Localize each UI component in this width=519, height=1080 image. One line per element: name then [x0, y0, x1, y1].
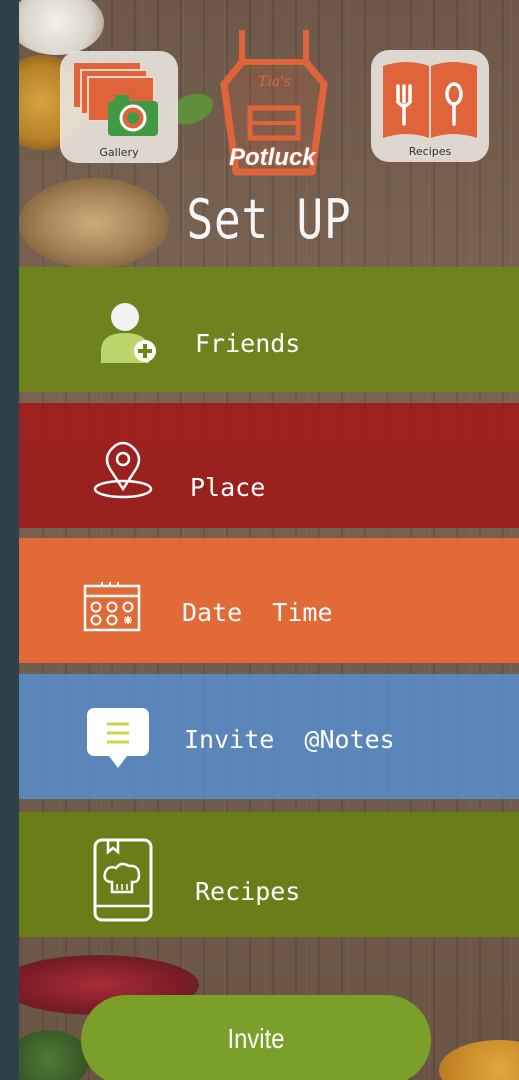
- logo-word: Potluck: [229, 144, 316, 171]
- setup-screen: Gallery Tia's Potluck Recipes Set UP Fri…: [19, 0, 519, 1080]
- menu-label-invite-notes: Invite @Notes: [184, 725, 395, 754]
- location-pin-icon: [93, 441, 153, 499]
- menu-label-recipes: Recipes: [195, 877, 301, 906]
- invite-button-label: Invite: [227, 1023, 285, 1054]
- recipe-book-icon: [383, 62, 477, 138]
- recipes-button[interactable]: Recipes: [371, 50, 489, 162]
- left-edge-rail: [0, 0, 19, 1080]
- invite-button[interactable]: Invite: [81, 995, 431, 1080]
- menu-label-place: Place: [190, 473, 266, 502]
- menu-item-date-time[interactable]: Date Time: [19, 538, 519, 663]
- note-icon: [87, 708, 149, 768]
- turmeric-decoration: [439, 1040, 519, 1080]
- recipes-label: Recipes: [408, 145, 452, 158]
- calendar-icon: [83, 582, 141, 632]
- gallery-button[interactable]: Gallery: [60, 51, 178, 163]
- potluck-logo: Tia's Potluck: [214, 22, 334, 190]
- gallery-icon: [74, 63, 158, 136]
- menu-item-invite-notes[interactable]: Invite @Notes: [19, 674, 519, 799]
- menu-item-friends[interactable]: Friends: [19, 267, 519, 392]
- salt-bowl-decoration: [19, 0, 104, 55]
- menu-label-date-time: Date Time: [182, 598, 333, 627]
- add-friend-icon: [101, 303, 156, 363]
- page-title: Set UP: [186, 188, 352, 251]
- gallery-label: Gallery: [99, 146, 139, 159]
- menu-item-recipes[interactable]: Recipes: [19, 812, 519, 937]
- logo-script: Tia's: [258, 74, 292, 90]
- herb-decoration: [19, 1030, 89, 1080]
- recipe-phone-icon: [93, 838, 153, 922]
- menu-item-place[interactable]: Place: [19, 403, 519, 528]
- menu-label-friends: Friends: [195, 329, 301, 358]
